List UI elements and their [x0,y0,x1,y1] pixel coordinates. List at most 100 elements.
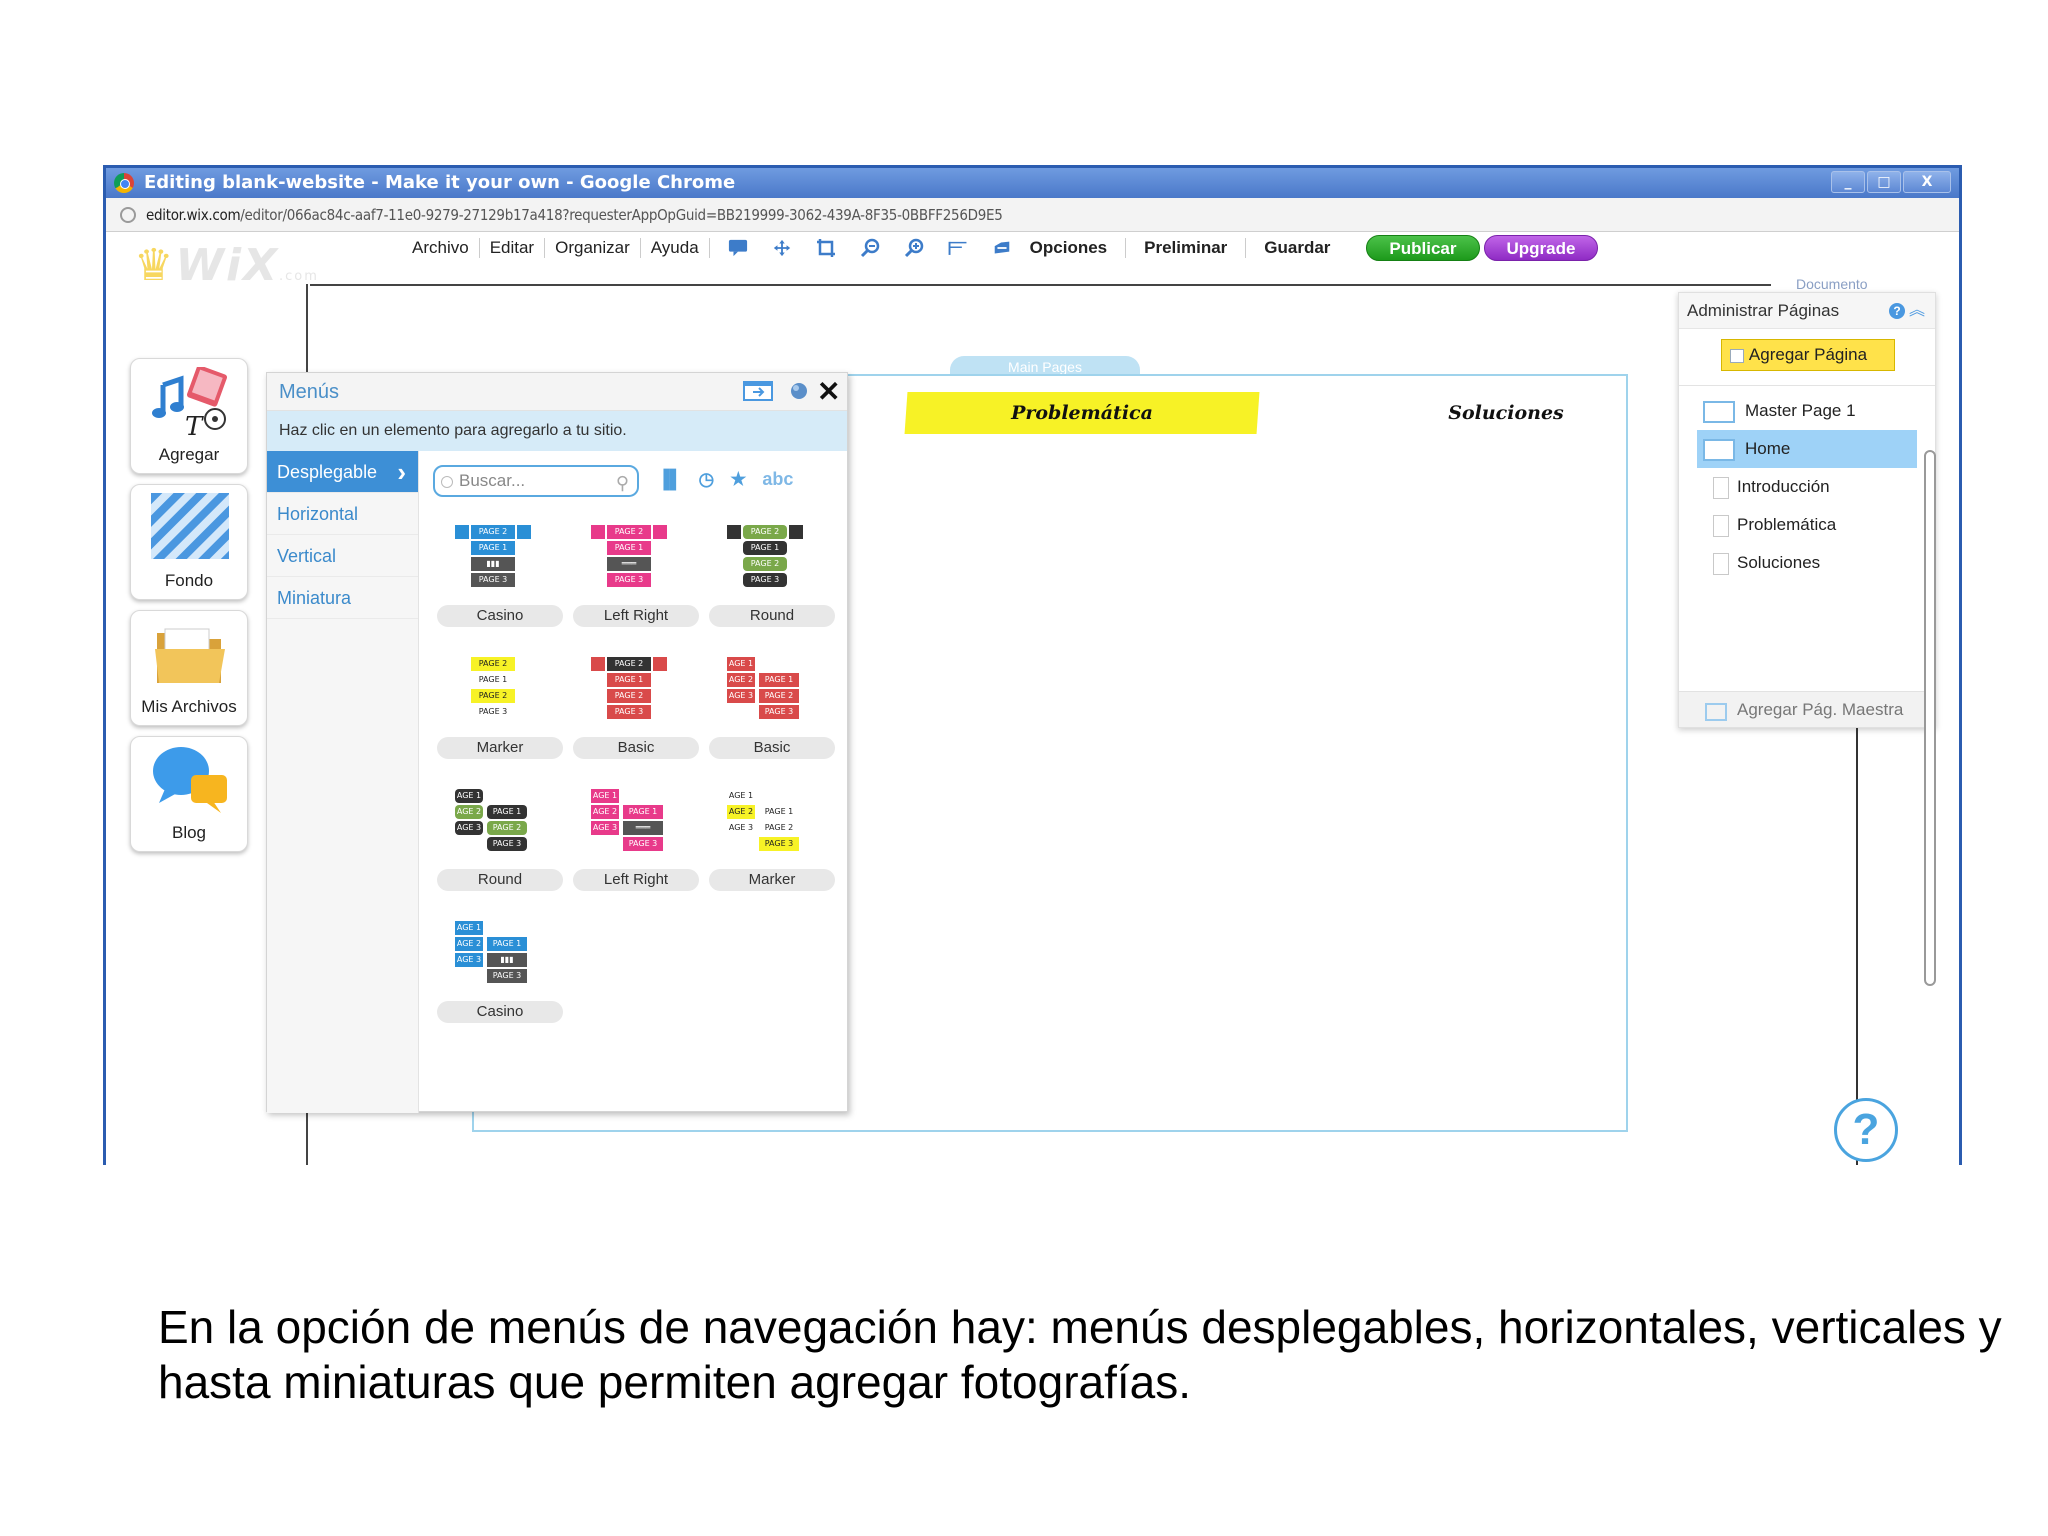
category-miniatura[interactable]: Miniatura [267,577,418,619]
zoom-out-icon[interactable] [860,238,880,258]
menu-style-label: Left Right [573,869,699,891]
guardar-button[interactable]: Guardar [1246,238,1348,258]
menu-organizar[interactable]: Organizar [545,238,641,258]
zoom-in-icon[interactable] [904,238,924,258]
minimize-button[interactable]: _ [1831,171,1865,193]
collapse-icon[interactable]: ︽ [1909,293,1925,329]
url-text[interactable]: editor.wix.com/editor/066ac84c-aaf7-11e0… [146,198,1003,232]
menu-archivo[interactable]: Archivo [402,238,480,258]
close-window-button[interactable]: X [1903,171,1951,193]
sidebar-item-blog[interactable]: Blog [130,736,248,852]
basic-red-thumbnail: AGE 1 AGE 2 AGE 3 PAGE 1 PAGE 2 PAGE 3 [727,657,815,733]
pages-panel: Administrar Páginas ? ︽ Agregar Página M… [1678,292,1936,728]
search-input[interactable]: Buscar... ⚲ [433,465,639,497]
dock-panel-icon[interactable] [743,380,773,407]
publicar-button[interactable]: Publicar [1366,235,1480,261]
move-icon[interactable] [772,239,792,257]
vertical-scrollbar[interactable] [1924,450,1936,986]
left-sidebar: T Agregar Fondo Mis Archivos Blog [130,358,248,862]
sidebar-item-agregar[interactable]: T Agregar [130,358,248,474]
add-page-button[interactable]: Agregar Página [1721,339,1895,371]
page-item-master[interactable]: Master Page 1 [1679,392,1935,430]
menu-editar[interactable]: Editar [480,238,546,258]
page-item-soluciones[interactable]: Soluciones [1679,544,1935,582]
search-icon[interactable]: ⚲ [616,469,629,497]
sidebar-label-mis-archivos: Mis Archivos [141,697,237,716]
menu-style-basic-dark[interactable]: PAGE 2 PAGE 1 PAGE 2 PAGE 3 Basic [573,649,699,759]
sidebar-label-fondo: Fondo [164,571,214,590]
site-info-icon[interactable] [120,207,136,223]
popular-filter-icon[interactable]: ▐▌ [657,469,683,490]
page-item-introduccion[interactable]: Introducción [1679,468,1935,506]
menu-ayuda[interactable]: Ayuda [641,238,710,258]
close-icon[interactable]: ✕ [817,375,840,408]
window-controls: _ □ X [1831,171,1951,193]
menu-style-casino-2[interactable]: AGE 1 AGE 2 AGE 3 PAGE 1 ▮▮▮ PAGE 3 Casi… [437,913,563,1023]
flag-icon[interactable] [948,239,968,257]
subpage-icon [1713,477,1729,499]
document-label[interactable]: Documento [1796,276,1868,292]
left-right-thumbnail: PAGE 2 PAGE 1 ═══ PAGE 3 [591,525,679,601]
wix-editor: ♛WiX.com Archivo Editar Organizar Ayuda [106,232,1959,1165]
folder-icon [155,628,225,683]
menu-style-label: Casino [437,1001,563,1023]
category-horizontal[interactable]: Horizontal [267,493,418,535]
menu-style-round[interactable]: PAGE 2 PAGE 1 PAGE 2 PAGE 3 Round [709,517,835,627]
alphabetical-filter[interactable]: abc [762,469,793,490]
menu-style-marker-2[interactable]: AGE 1 AGE 2 AGE 3 PAGE 1 PAGE 2 PAGE 3 M… [709,781,835,891]
chrome-logo-icon [114,173,134,193]
tool-icons [728,238,1012,258]
sidebar-label-blog: Blog [171,823,207,842]
help-icon[interactable]: ? [1889,303,1905,319]
add-master-page-button[interactable]: Agregar Pág. Maestra [1679,691,1935,727]
menu-style-label: Marker [709,869,835,891]
main-pages-tab[interactable]: Main Pages [950,356,1140,376]
menu-style-left-right-2[interactable]: AGE 1 AGE 2 AGE 3 PAGE 1 ═══ PAGE 3 Left… [573,781,699,891]
category-vertical[interactable]: Vertical [267,535,418,577]
crop-icon[interactable] [816,239,836,257]
basic-dark-thumbnail: PAGE 2 PAGE 1 PAGE 2 PAGE 3 [591,657,679,733]
slide-caption: En la opción de menús de navegación hay:… [158,1301,2002,1408]
canvas-top-border [310,284,1771,286]
menu-style-round-2[interactable]: AGE 1 AGE 2 AGE 3 PAGE 1 PAGE 2 PAGE 3 R… [437,781,563,891]
sidebar-item-fondo[interactable]: Fondo [130,484,248,600]
nav-item-problematica[interactable]: Problemática [904,392,1260,434]
menu-style-label: Casino [437,605,563,627]
menu-style-left-right[interactable]: PAGE 2 PAGE 1 ═══ PAGE 3 Left Right [573,517,699,627]
sidebar-item-mis-archivos[interactable]: Mis Archivos [130,610,248,726]
cloud-icon[interactable] [992,239,1012,257]
page-item-home[interactable]: Home [1697,430,1917,468]
menu-style-casino[interactable]: PAGE 2 PAGE 1 ▮▮▮ PAGE 3 Casino [437,517,563,627]
page-item-problematica[interactable]: Problemática [1679,506,1935,544]
opciones-button[interactable]: Opciones [1012,238,1127,258]
maximize-button[interactable]: □ [1867,171,1901,193]
nav-item-soluciones[interactable]: Soluciones [1386,392,1626,434]
menu-style-marker[interactable]: PAGE 2 PAGE 1 PAGE 2 PAGE 3 Marker [437,649,563,759]
help-icon[interactable] [789,380,809,407]
subpage-icon [1713,553,1729,575]
menus-panel: Menús ✕ Haz clic en un elemento para agr… [266,372,848,1113]
browser-window: Editing blank-website - Make it your own… [103,165,1962,1165]
blog-bubble-icon [153,747,227,813]
menu-style-label: Left Right [573,605,699,627]
comment-icon[interactable] [728,239,748,257]
page-icon [1703,439,1735,461]
favorite-filter-icon[interactable]: ★ [730,469,746,490]
help-bubble-icon[interactable]: ? [1834,1098,1898,1162]
wix-logo: ♛WiX.com [134,240,319,291]
window-titlebar: Editing blank-website - Make it your own… [106,168,1959,198]
upgrade-button[interactable]: Upgrade [1483,235,1599,261]
category-desplegable[interactable]: Desplegable [267,451,418,493]
menu-style-label: Round [709,605,835,627]
menus-panel-header: Menús ✕ [267,373,847,411]
menu-style-basic-red[interactable]: AGE 1 AGE 2 AGE 3 PAGE 1 PAGE 2 PAGE 3 B… [709,649,835,759]
slide: Editing blank-website - Make it your own… [0,0,2048,1536]
pages-panel-title: Administrar Páginas [1687,301,1840,320]
menus-panel-title: Menús [279,381,340,403]
preliminar-button[interactable]: Preliminar [1126,238,1247,258]
recent-filter-icon[interactable]: ◷ [699,469,715,490]
svg-text:T: T [185,412,204,437]
address-bar[interactable]: editor.wix.com/editor/066ac84c-aaf7-11e0… [106,198,1959,232]
page-icon [1703,401,1735,423]
casino-thumbnail: PAGE 2 PAGE 1 ▮▮▮ PAGE 3 [455,525,543,601]
